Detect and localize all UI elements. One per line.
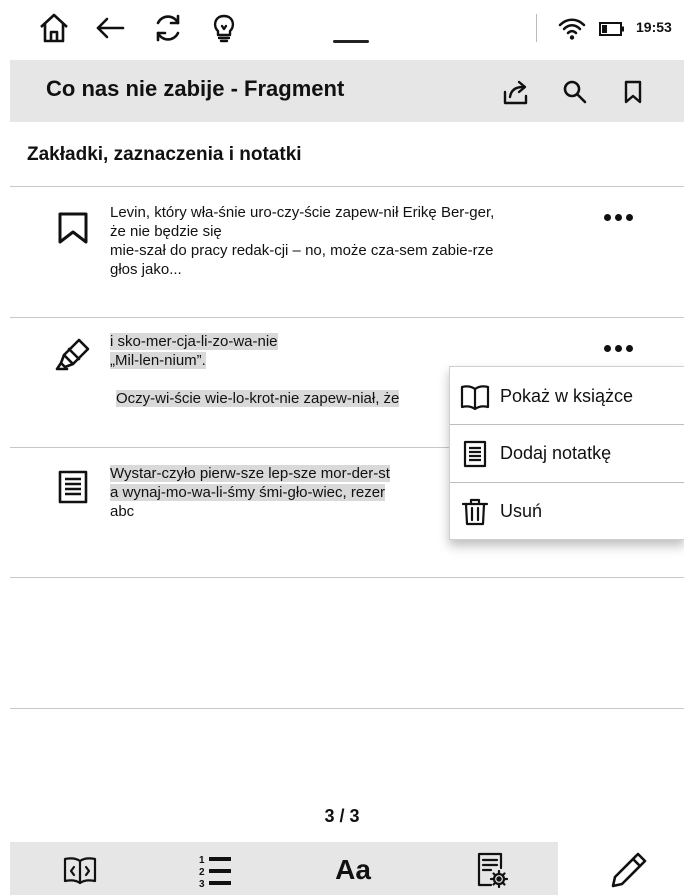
trash-icon: [458, 495, 492, 529]
divider: [10, 708, 684, 709]
svg-text:1: 1: [199, 855, 205, 866]
bookmark-icon[interactable]: [613, 72, 653, 112]
book-title: Co nas nie zabije - Fragment: [46, 76, 345, 101]
dot: [614, 213, 622, 221]
note-icon: [50, 464, 96, 510]
highlighted-text: Oczy-wi-ście wie-lo-krot-nie zapew-niał,…: [116, 390, 400, 407]
dot: [625, 344, 633, 352]
highlighted-text: i sko-mer-cja-li-zo-wa-nie: [110, 333, 278, 350]
status-bar: 19:53: [0, 0, 684, 58]
wifi-icon: [558, 18, 586, 40]
menu-item-delete[interactable]: Usuń: [450, 483, 684, 540]
highlighted-text: Wystar-czyło pierw-sze lep-sze mor-der-s…: [110, 465, 390, 482]
book-code-icon[interactable]: [55, 848, 105, 892]
share-icon[interactable]: [496, 72, 536, 112]
pencil-icon[interactable]: [604, 848, 654, 892]
highlighted-text: a wynaj-mo-wa-li-śmy śmi-gło-wiec, rezer: [110, 484, 386, 501]
highlighted-text: „Mil-len-nium”.: [110, 352, 206, 369]
clock: 19:53: [636, 19, 672, 35]
sync-icon[interactable]: [148, 8, 188, 48]
menu-item-add-note[interactable]: Dodaj notatkę: [450, 425, 684, 482]
home-icon[interactable]: [34, 8, 74, 48]
menu-item-show-in-book[interactable]: Pokaż w książce: [450, 368, 684, 425]
dot: [603, 213, 611, 221]
dot: [603, 344, 611, 352]
dot: [614, 344, 622, 352]
lightbulb-icon[interactable]: [204, 8, 244, 48]
more-options-button[interactable]: [598, 205, 638, 229]
status-divider: [536, 14, 537, 42]
menu-item-label: Dodaj notatkę: [500, 443, 612, 463]
document-settings-icon[interactable]: [466, 848, 516, 892]
back-arrow-icon[interactable]: [90, 8, 130, 48]
dot: [625, 213, 633, 221]
item-line: i sko-mer-cja-li-zo-wa-nie: [110, 332, 580, 351]
svg-text:2: 2: [199, 867, 205, 878]
list-item[interactable]: Levin, który wła-śnie uro-czy-ście zapew…: [10, 187, 684, 317]
note-icon: [458, 437, 492, 471]
page-indicator: 3 / 3: [324, 806, 360, 826]
item-line: że nie będzie się: [110, 223, 222, 240]
item-text: Levin, który wła-śnie uro-czy-ście zapew…: [110, 203, 580, 279]
pull-down-handle[interactable]: [333, 40, 369, 43]
bookmark-icon: [50, 205, 96, 251]
item-line: mie-szał do pracy redak-cji – no, może c…: [110, 242, 494, 259]
open-book-icon: [458, 380, 492, 414]
item-line: głos jako...: [110, 261, 182, 278]
title-bar: Co nas nie zabije - Fragment: [10, 60, 684, 122]
section-title: Zakładki, zaznaczenia i notatki: [27, 144, 302, 165]
divider: [10, 577, 684, 578]
svg-text:3: 3: [199, 879, 205, 890]
highlighter-icon: [50, 332, 96, 378]
menu-item-label: Usuń: [500, 501, 543, 521]
search-icon[interactable]: [555, 72, 595, 112]
more-options-button[interactable]: [598, 336, 638, 360]
item-line: Levin, który wła-śnie uro-czy-ście zapew…: [110, 204, 495, 221]
font-settings-button[interactable]: Aa: [328, 848, 378, 892]
menu-item-label: Pokaż w książce: [500, 386, 634, 406]
context-menu: Pokaż w książce Dodaj notatkę Usuń: [449, 366, 684, 540]
battery-icon: [599, 22, 624, 36]
numbered-list-icon[interactable]: 1 2 3: [190, 848, 240, 892]
